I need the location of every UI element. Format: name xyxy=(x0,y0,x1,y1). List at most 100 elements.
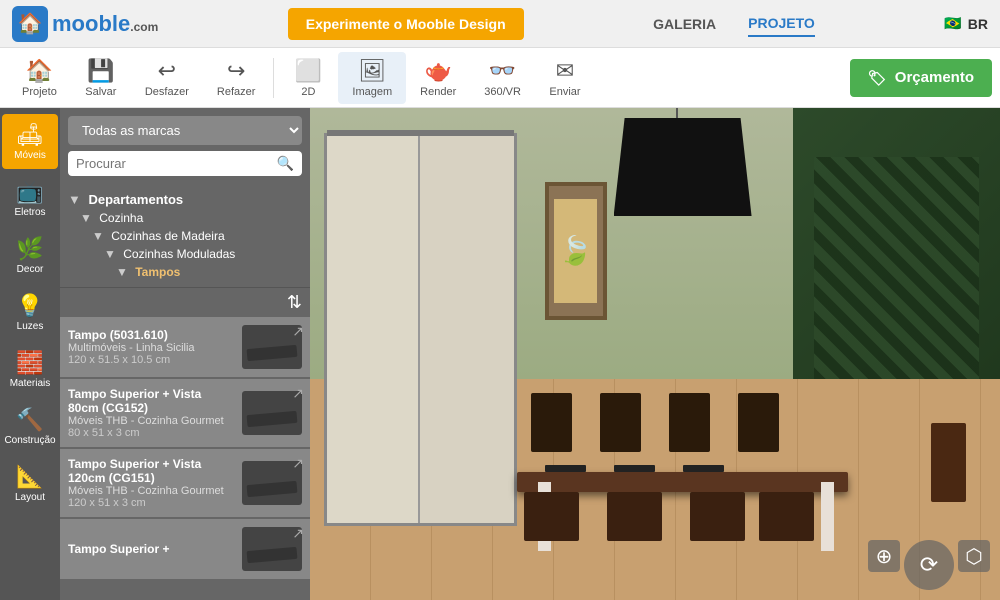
tool-360vr[interactable]: 👓 360/VR xyxy=(470,52,535,104)
try-button[interactable]: Experimente o Mooble Design xyxy=(288,8,524,40)
plant-icon: 🌿 xyxy=(16,236,43,262)
sidebar-item-decor[interactable]: 🌿 Decor xyxy=(2,228,58,283)
dining-table-top xyxy=(517,472,848,492)
vr-icon: 👓 xyxy=(489,58,516,84)
logo-text: mooble.com xyxy=(52,11,158,37)
scene: 🍃 ⊕ xyxy=(310,108,1000,600)
product-info: Tampo (5031.610) Multimóveis - Linha Sic… xyxy=(68,328,234,366)
bulb-icon: 💡 xyxy=(16,293,43,319)
list-item[interactable]: Tampo Superior + ↗ xyxy=(60,519,310,579)
tv-icon: 📺 xyxy=(16,179,43,205)
sidebar-item-materiais[interactable]: 🧱 Materiais xyxy=(2,342,58,397)
tool-2d[interactable]: ⬜ 2D xyxy=(278,52,338,104)
tree-item-departamentos[interactable]: ▼ Departamentos xyxy=(68,190,302,209)
2d-icon: ⬜ xyxy=(295,58,322,84)
tool-imagem-label: Imagem xyxy=(352,86,392,98)
chair-front-4 xyxy=(759,492,814,541)
tool-enviar-label: Enviar xyxy=(549,86,580,98)
chair-front-3 xyxy=(690,492,745,541)
list-item[interactable]: Tampo (5031.610) Multimóveis - Linha Sic… xyxy=(60,317,310,377)
product-brand: Móveis THB - Cozinha Gourmet xyxy=(68,415,234,427)
add-product-icon[interactable]: ↗ xyxy=(292,455,304,472)
sidebar-item-luzes[interactable]: 💡 Luzes xyxy=(2,285,58,340)
tool-salvar[interactable]: 💾 Salvar xyxy=(71,52,131,104)
tree-item-cozinha[interactable]: ▼ Cozinha xyxy=(68,209,302,227)
list-item[interactable]: Tampo Superior + Vista 80cm (CG152) Móve… xyxy=(60,379,310,447)
add-product-icon[interactable]: ↗ xyxy=(292,525,304,542)
sidebar-item-moveis[interactable]: 🛋 Móveis xyxy=(2,114,58,169)
picture-content: 🍃 xyxy=(554,199,597,303)
brand-select[interactable]: Todas as marcas xyxy=(68,116,302,145)
door-panel-right xyxy=(420,136,514,524)
tree-label-tampos: Tampos xyxy=(135,265,180,279)
toolbar: 🏠 Projeto 💾 Salvar ↩ Desfazer ↪ Refazer … xyxy=(0,48,1000,108)
cube-icon[interactable]: ⬡ xyxy=(958,540,990,572)
sort-icon[interactable]: ⇅ xyxy=(287,292,302,313)
table-item-1 xyxy=(545,465,586,472)
tool-render[interactable]: 🫖 Render xyxy=(406,52,470,104)
tool-enviar[interactable]: ✉ Enviar xyxy=(535,52,595,104)
tag-icon: 🏷 xyxy=(868,69,887,87)
tree-label-cozinha: Cozinha xyxy=(99,211,143,225)
search-input[interactable] xyxy=(76,156,277,171)
3d-canvas[interactable]: 🍃 ⊕ xyxy=(310,108,1000,600)
tool-desfazer[interactable]: ↩ Desfazer xyxy=(131,52,203,104)
tree-arrow: ▼ xyxy=(116,265,128,279)
tool-imagem[interactable]: 🖼 Imagem xyxy=(338,52,406,104)
lang-code: BR xyxy=(968,16,988,32)
lamp-shade xyxy=(614,118,752,216)
logo-icon xyxy=(12,6,48,42)
home-icon: 🏠 xyxy=(26,58,53,84)
tree-arrow: ▼ xyxy=(104,247,116,261)
sidebar: 🛋 Móveis 📺 Eletros 🌿 Decor 💡 Luzes 🧱 Mat… xyxy=(0,108,60,600)
tree-item-cozinhas-moduladas[interactable]: ▼ Cozinhas Moduladas xyxy=(68,245,302,263)
chair-side-right xyxy=(931,423,966,502)
chair-back-3 xyxy=(669,393,710,452)
product-brand: Móveis THB - Cozinha Gourmet xyxy=(68,485,234,497)
zoom-icon[interactable]: ⊕ xyxy=(868,540,900,572)
tool-refazer[interactable]: ↪ Refazer xyxy=(203,52,270,104)
toolbar-divider-1 xyxy=(273,58,274,98)
tool-projeto[interactable]: 🏠 Projeto xyxy=(8,52,71,104)
tool-salvar-label: Salvar xyxy=(85,86,116,98)
orcamento-button[interactable]: 🏷 Orçamento xyxy=(850,59,992,97)
sidebar-item-eletros[interactable]: 📺 Eletros xyxy=(2,171,58,226)
tool-360vr-label: 360/VR xyxy=(484,86,521,98)
picture-leaf-icon: 🍃 xyxy=(558,234,593,267)
tab-galeria[interactable]: GALERIA xyxy=(653,12,716,36)
add-product-icon[interactable]: ↗ xyxy=(292,385,304,402)
add-product-icon[interactable]: ↗ xyxy=(292,323,304,340)
render-icon: 🫖 xyxy=(425,58,452,84)
main-area: 🛋 Móveis 📺 Eletros 🌿 Decor 💡 Luzes 🧱 Mat… xyxy=(0,108,1000,600)
sidebar-luzes-label: Luzes xyxy=(17,321,44,332)
tree-arrow: ▼ xyxy=(80,211,92,225)
rotate-icon[interactable]: ⟳ xyxy=(904,540,954,590)
picture-frame: 🍃 xyxy=(545,182,607,320)
sidebar-moveis-label: Móveis xyxy=(14,150,46,161)
redo-icon: ↪ xyxy=(227,58,245,84)
product-list: Tampo (5031.610) Multimóveis - Linha Sic… xyxy=(60,317,310,600)
tree-label-departamentos: Departamentos xyxy=(89,192,184,207)
sidebar-materiais-label: Materiais xyxy=(10,378,51,389)
list-item[interactable]: Tampo Superior + Vista 120cm (CG151) Móv… xyxy=(60,449,310,517)
tree-arrow: ▼ xyxy=(92,229,104,243)
category-tree: ▼ Departamentos ▼ Cozinha ▼ Cozinhas de … xyxy=(60,184,310,287)
flag-icon: 🇧🇷 xyxy=(944,15,961,32)
tree-item-cozinhas-madeira[interactable]: ▼ Cozinhas de Madeira xyxy=(68,227,302,245)
product-info: Tampo Superior + Vista 80cm (CG152) Móve… xyxy=(68,387,234,439)
tab-projeto[interactable]: PROJETO xyxy=(748,11,815,37)
undo-icon: ↩ xyxy=(158,58,176,84)
table-leg-right xyxy=(821,482,835,551)
sidebar-item-construcao[interactable]: 🔨 Construção xyxy=(2,399,58,454)
layout-icon: 📐 xyxy=(16,464,43,490)
sort-bar: ⇅ xyxy=(60,287,310,317)
sidebar-decor-label: Decor xyxy=(17,264,44,275)
sidebar-item-layout[interactable]: 📐 Layout xyxy=(2,456,58,511)
panel-header: Todas as marcas 🔍 xyxy=(60,108,310,184)
sidebar-layout-label: Layout xyxy=(15,492,45,503)
orcamento-label: Orçamento xyxy=(895,69,974,86)
tree-label-madeira: Cozinhas de Madeira xyxy=(111,229,224,243)
save-icon: 💾 xyxy=(87,58,114,84)
tree-item-tampos[interactable]: ▼ Tampos xyxy=(68,263,302,281)
lang-area[interactable]: 🇧🇷 BR xyxy=(944,15,988,32)
